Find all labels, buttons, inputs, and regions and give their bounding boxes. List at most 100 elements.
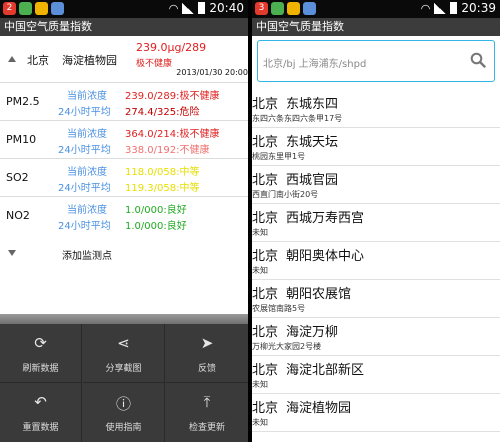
result-address: 东四六条东四六条甲17号 xyxy=(252,114,343,123)
result-address: 西直门南小街20号 xyxy=(252,190,319,199)
result-name: 海淀万柳 xyxy=(286,325,339,340)
avg-value: 119.3/058:中等 xyxy=(125,183,200,194)
station-result-item[interactable]: 北京 西城万寿西宫 未知 xyxy=(252,204,500,242)
station-result-item[interactable]: 北京 东城东四 东四六条东四六条甲17号 xyxy=(252,90,500,128)
avg-label: 24小时平均 xyxy=(58,145,111,156)
options-menu: ⟳ 刷新数据 ⋖ 分享截图 ➤ 反馈 ↶ 重置数据 ⓘ 使用指南 ⤒ 检查更新 xyxy=(0,324,248,442)
result-name: 朝阳农展馆 xyxy=(286,287,352,302)
menu-shadow xyxy=(0,314,248,324)
menu-label: 检查更新 xyxy=(188,423,225,433)
app-notification-icon xyxy=(19,2,32,15)
station-aqi-value: 239.0μg/289 xyxy=(136,41,207,54)
result-address: 未知 xyxy=(252,228,268,237)
pollutant-name: PM10 xyxy=(6,133,37,146)
station-aqi-level: 极不健康 xyxy=(136,59,173,69)
station-result-item[interactable]: 北京 西城官园 西直门南小街20号 xyxy=(252,166,500,204)
clock: 20:40 xyxy=(209,1,244,15)
avg-value: 1.0/000:良好 xyxy=(125,221,187,232)
pollutant-row-pm10: PM10 当前浓度 24小时平均 364.0/214:极不健康 338.0/19… xyxy=(0,120,248,158)
wifi-icon: ◠ xyxy=(168,1,179,15)
app-notification-icon xyxy=(287,2,300,15)
result-city: 北京 xyxy=(252,211,279,226)
notification-badge-icon: 2 xyxy=(3,2,16,15)
result-address: 万柳光大家园2号楼 xyxy=(252,342,322,351)
menu-label: 重置数据 xyxy=(22,423,59,433)
battery-icon xyxy=(198,2,206,14)
station-result-item[interactable]: 北京 朝阳奥体中心 未知 xyxy=(252,242,500,280)
result-name: 西城官园 xyxy=(286,173,339,188)
pollutant-row-no2: NO2 当前浓度 24小时平均 1.0/000:良好 1.0/000:良好 xyxy=(0,196,248,234)
usb-icon xyxy=(303,2,316,15)
status-bar: 2 ◠ 20:40 xyxy=(0,0,248,18)
signal-icon xyxy=(434,2,447,14)
avg-value: 274.4/325:危险 xyxy=(125,107,200,118)
avg-label: 24小时平均 xyxy=(58,183,111,194)
station-result-item[interactable]: 北京 海淀万柳 万柳光大家园2号楼 xyxy=(252,318,500,356)
result-address: 未知 xyxy=(252,418,268,427)
search-input[interactable]: 北京/bj 上海浦东/shpd xyxy=(257,40,495,82)
app-title: 中国空气质量指数 xyxy=(0,18,248,36)
menu-label: 使用指南 xyxy=(105,423,142,433)
collapse-icon[interactable] xyxy=(8,56,16,62)
result-city: 北京 xyxy=(252,173,279,188)
current-value: 239.0/289:极不健康 xyxy=(125,91,220,102)
station-result-item[interactable]: 北京 海淀植物园 未知 xyxy=(252,394,500,432)
add-station-row[interactable]: 添加监测点 xyxy=(0,236,248,272)
info-icon: ⓘ xyxy=(115,395,131,413)
pollutant-name: NO2 xyxy=(6,209,30,222)
pollutant-row-so2: SO2 当前浓度 24小时平均 118.0/058:中等 119.3/058:中… xyxy=(0,158,248,196)
current-label: 当前浓度 xyxy=(67,205,107,216)
menu-label: 反馈 xyxy=(197,364,216,374)
status-bar: 3 ◠ 20:39 xyxy=(252,0,500,18)
result-city: 北京 xyxy=(252,135,279,150)
station-result-item[interactable]: 北京 海淀北部新区 未知 xyxy=(252,356,500,394)
station-result-item[interactable]: 北京 东城天坛 桃园东里甲1号 xyxy=(252,128,500,166)
station-header[interactable]: 北京 海淀植物园 239.0μg/289 极不健康 2013/01/30 20:… xyxy=(0,36,248,82)
search-icon[interactable] xyxy=(470,52,486,68)
feedback-button[interactable]: ➤ 反馈 xyxy=(166,324,248,383)
current-value: 364.0/214:极不健康 xyxy=(125,129,220,140)
usb-icon xyxy=(51,2,64,15)
current-label: 当前浓度 xyxy=(67,129,107,140)
result-address: 未知 xyxy=(252,380,268,389)
pollutant-row-pm25: PM2.5 当前浓度 24小时平均 239.0/289:极不健康 274.4/3… xyxy=(0,82,248,120)
result-name: 海淀北部新区 xyxy=(286,363,365,378)
current-value: 1.0/000:良好 xyxy=(125,205,187,216)
left-screen: 2 ◠ 20:40 中国空气质量指数 北京 海淀植物园 239.0μg/289 … xyxy=(0,0,248,442)
result-name: 海淀植物园 xyxy=(286,401,352,416)
signal-icon xyxy=(182,2,195,14)
app-title: 中国空气质量指数 xyxy=(252,18,500,36)
reset-data-button[interactable]: ↶ 重置数据 xyxy=(0,383,82,442)
share-screenshot-button[interactable]: ⋖ 分享截图 xyxy=(83,324,165,383)
send-icon: ➤ xyxy=(200,334,214,352)
result-name: 东城天坛 xyxy=(286,135,339,150)
refresh-icon: ⟳ xyxy=(34,334,47,352)
menu-label: 分享截图 xyxy=(105,364,142,374)
pollutant-name: PM2.5 xyxy=(6,95,40,108)
current-label: 当前浓度 xyxy=(67,167,107,178)
app-notification-icon xyxy=(35,2,48,15)
upload-icon: ⤒ xyxy=(203,393,211,411)
current-label: 当前浓度 xyxy=(67,91,107,102)
check-update-button[interactable]: ⤒ 检查更新 xyxy=(166,383,248,442)
result-city: 北京 xyxy=(252,97,279,112)
result-name: 朝阳奥体中心 xyxy=(286,249,365,264)
notification-icons: 3 xyxy=(255,2,316,15)
result-city: 北京 xyxy=(252,363,279,378)
result-city: 北京 xyxy=(252,287,279,302)
undo-icon: ↶ xyxy=(34,393,47,411)
result-city: 北京 xyxy=(252,401,279,416)
result-city: 北京 xyxy=(252,249,279,264)
station-result-item[interactable]: 北京 朝阳农展馆 农展馆南路5号 xyxy=(252,280,500,318)
pollutant-name: SO2 xyxy=(6,171,29,184)
add-station-label: 添加监测点 xyxy=(62,251,112,262)
app-notification-icon xyxy=(271,2,284,15)
share-icon: ⋖ xyxy=(117,334,130,352)
avg-label: 24小时平均 xyxy=(58,221,111,232)
result-address: 桃园东里甲1号 xyxy=(252,152,306,161)
expand-icon xyxy=(8,250,16,256)
current-value: 118.0/058:中等 xyxy=(125,167,200,178)
result-name: 西城万寿西宫 xyxy=(286,211,365,226)
user-guide-button[interactable]: ⓘ 使用指南 xyxy=(83,383,165,442)
refresh-data-button[interactable]: ⟳ 刷新数据 xyxy=(0,324,82,383)
